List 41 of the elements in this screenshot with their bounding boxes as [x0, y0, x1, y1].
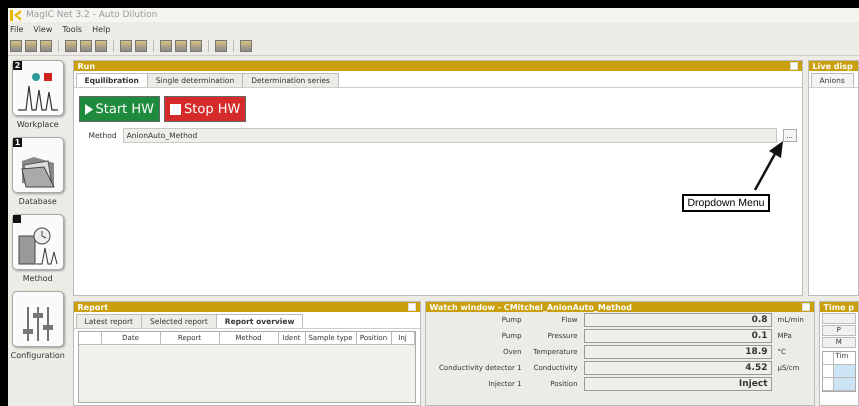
panel-title: Watch window - CMitchel_AnionAuto_Method — [430, 302, 632, 312]
maximize-button[interactable] — [408, 303, 416, 311]
annotation-label: Dropdown Menu — [682, 194, 770, 212]
start-button[interactable]: Start HW — [78, 96, 160, 122]
play-icon — [84, 104, 93, 114]
panel-title: Live disp — [812, 62, 853, 70]
number-badge: 1 — [12, 138, 22, 147]
table-cell — [834, 365, 855, 377]
window-title: MagIC Net 3.2 - Auto Dilution — [26, 10, 158, 20]
value-field: Inject — [584, 377, 772, 391]
table-cell — [834, 378, 855, 390]
sidebar-tile[interactable]: 2 — [12, 60, 64, 116]
instrument-clock-icon — [16, 226, 60, 266]
sidebar-tile[interactable] — [12, 291, 64, 347]
chromatogram-icon — [16, 72, 60, 112]
sidebar-label: Method — [22, 274, 53, 283]
annotation-arrow — [752, 140, 786, 192]
menu-item[interactable]: View — [33, 25, 52, 34]
number-badge: 2 — [12, 61, 22, 70]
sidebar-label: Workplace — [16, 120, 59, 129]
maximize-button[interactable] — [802, 303, 810, 311]
sidebar-label: Database — [18, 197, 57, 206]
sidebar-tile[interactable]: 1 — [12, 137, 64, 193]
value-field: 0.1 — [584, 329, 772, 343]
sidebar-label: Configuration — [10, 351, 65, 360]
panel-title: Report — [78, 302, 108, 312]
value-field: 18.9 — [584, 345, 772, 359]
value-field: 0.8 — [584, 313, 772, 327]
sidebar-tile[interactable] — [12, 214, 64, 270]
menu-item[interactable]: File — [10, 25, 24, 34]
menu-item[interactable]: Tools — [62, 25, 82, 34]
panel-title: Run — [78, 62, 96, 70]
menu-item[interactable]: Help — [92, 25, 110, 34]
toolbar-button[interactable] — [822, 313, 856, 324]
stop-icon — [170, 104, 182, 114]
app-logo-icon — [10, 10, 22, 20]
stop-button[interactable]: Stop HW — [164, 96, 246, 122]
panel-title: Time p — [824, 302, 854, 312]
maximize-button[interactable] — [790, 62, 798, 70]
value-field: 4.52 — [584, 361, 772, 375]
status-square-icon — [12, 215, 21, 223]
